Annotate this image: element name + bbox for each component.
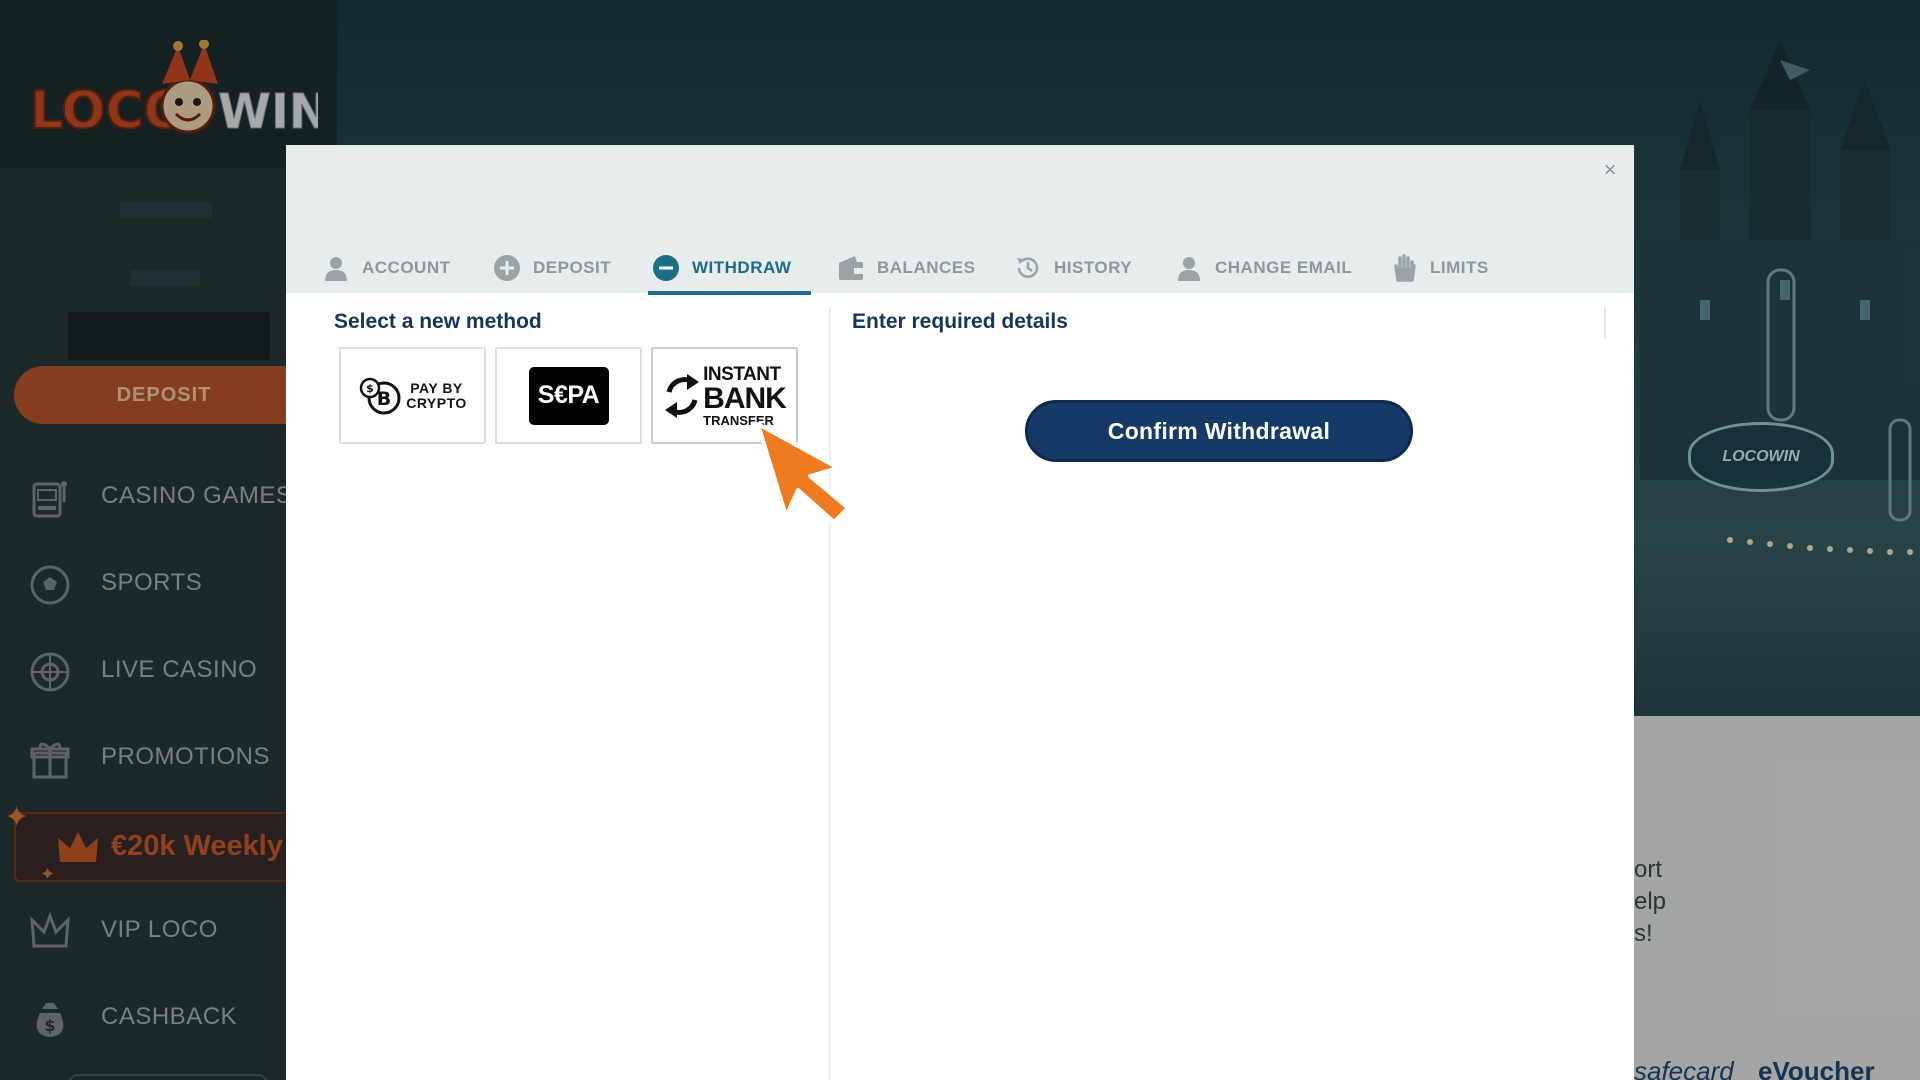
- user-icon: [1178, 257, 1200, 281]
- method-sepa[interactable]: S€PA: [495, 347, 642, 444]
- crypto-line1: PAY BY: [410, 379, 463, 396]
- close-button[interactable]: ×: [1597, 157, 1623, 183]
- crypto-line2: CRYPTO: [406, 394, 467, 411]
- tab-label: WITHDRAW: [692, 258, 792, 277]
- required-details-title: Enter required details: [852, 310, 1068, 333]
- tab-label: ACCOUNT: [362, 258, 451, 277]
- ibt-line1: INSTANT: [703, 363, 781, 385]
- refresh-arrows-icon: [665, 373, 700, 418]
- pointer-arrow-icon: [756, 422, 850, 524]
- tab-label: BALANCES: [877, 258, 976, 277]
- instant-bank-transfer-logo: INSTANT BANK TRANSFER: [663, 363, 787, 427]
- tab-balances[interactable]: BALANCES: [837, 243, 975, 293]
- tab-label: DEPOSIT: [533, 258, 612, 277]
- wallet-icon: [839, 256, 863, 280]
- ibt-line2: BANK: [703, 381, 787, 415]
- bitcoin-icon: B $: [359, 377, 401, 414]
- history-clock-icon: [1017, 257, 1039, 278]
- tab-label: CHANGE EMAIL: [1215, 258, 1353, 277]
- tab-label: HISTORY: [1054, 258, 1133, 277]
- crypto-logo: B $ PAY BY CRYPTO: [358, 376, 467, 416]
- tab-deposit[interactable]: DEPOSIT: [493, 243, 611, 293]
- tab-withdraw[interactable]: WITHDRAW: [647, 243, 812, 295]
- hand-icon: [1394, 254, 1416, 282]
- account-modal: × ACCOUNT DEPOSIT WITHDRAW BALANCES HIST…: [286, 145, 1634, 1080]
- plus-circle-icon: [494, 255, 520, 281]
- user-icon: [325, 257, 347, 281]
- confirm-withdrawal-button[interactable]: Confirm Withdrawal: [1025, 400, 1413, 462]
- tab-change-email[interactable]: CHANGE EMAIL: [1175, 243, 1352, 293]
- tab-limits[interactable]: LIMITS: [1390, 243, 1489, 293]
- svg-text:$: $: [366, 382, 374, 395]
- select-method-title: Select a new method: [334, 310, 542, 333]
- sepa-logo: S€PA: [528, 366, 609, 425]
- method-pay-by-crypto[interactable]: B $ PAY BY CRYPTO: [339, 347, 486, 444]
- tab-history[interactable]: HISTORY: [1014, 243, 1132, 293]
- minus-circle-icon: [653, 255, 679, 281]
- tab-label: LIMITS: [1430, 258, 1489, 277]
- tab-account[interactable]: ACCOUNT: [322, 243, 451, 293]
- modal-tabs: ACCOUNT DEPOSIT WITHDRAW BALANCES HISTOR…: [286, 243, 1634, 295]
- right-column-edge: [1604, 307, 1606, 339]
